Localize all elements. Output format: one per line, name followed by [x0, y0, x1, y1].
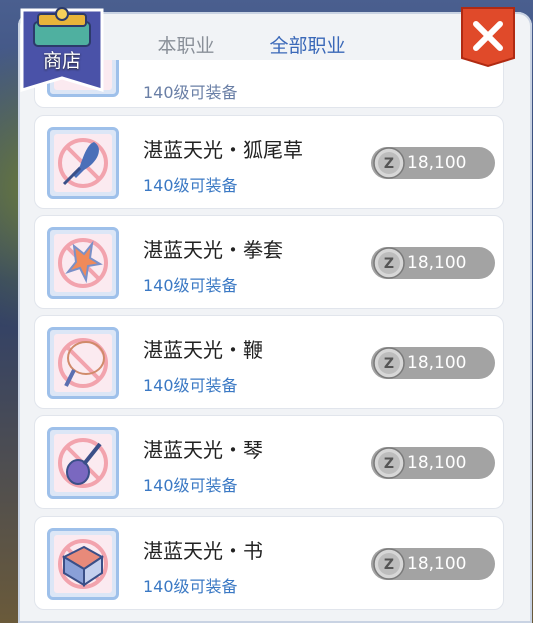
item-requirement: 140级可装备 — [143, 83, 238, 102]
svg-text:Z: Z — [384, 256, 394, 272]
item-list[interactable]: 140级可装备 湛蓝天光・狐尾草 140级可装备 Z 18,100 湛蓝天光・拳… — [34, 60, 508, 623]
knuckle-icon — [58, 238, 108, 288]
price-value: 18,100 — [407, 153, 467, 173]
price-value: 18,100 — [407, 453, 467, 473]
item-requirement: 140级可装备 — [143, 276, 238, 295]
item-requirement: 140级可装备 — [143, 476, 238, 495]
item-thumbnail — [47, 427, 119, 499]
buy-button[interactable]: Z 18,100 — [371, 447, 495, 479]
buy-button[interactable]: Z 18,100 — [371, 347, 495, 379]
svg-text:Z: Z — [384, 557, 394, 573]
buy-button[interactable]: Z 18,100 — [371, 247, 495, 279]
zeny-coin-icon: Z — [373, 447, 405, 479]
item-requirement: 140级可装备 — [143, 376, 238, 395]
item-name: 湛蓝天光・狐尾草 — [143, 138, 303, 162]
list-item[interactable]: 湛蓝天光・狐尾草 140级可装备 Z 18,100 — [34, 115, 504, 209]
book-icon — [58, 539, 108, 589]
item-name: 湛蓝天光・拳套 — [143, 238, 283, 262]
list-item[interactable]: 140级可装备 — [34, 60, 504, 108]
shop-badge-label: 商店 — [42, 50, 81, 72]
item-name: 湛蓝天光・琴 — [143, 438, 263, 462]
price-value: 18,100 — [407, 554, 467, 574]
svg-text:Z: Z — [384, 156, 394, 172]
zeny-coin-icon: Z — [373, 548, 405, 580]
price-value: 18,100 — [407, 353, 467, 373]
item-thumbnail — [47, 127, 119, 199]
zeny-coin-icon: Z — [373, 147, 405, 179]
buy-button[interactable]: Z 18,100 — [371, 147, 495, 179]
zeny-coin-icon: Z — [373, 247, 405, 279]
item-thumbnail — [47, 227, 119, 299]
whip-icon — [58, 338, 108, 388]
item-name: 湛蓝天光・鞭 — [143, 338, 263, 362]
list-item[interactable]: 湛蓝天光・琴 140级可装备 Z 18,100 — [34, 415, 504, 509]
item-requirement: 140级可装备 — [143, 176, 238, 195]
buy-button[interactable]: Z 18,100 — [371, 548, 495, 580]
lute-icon — [58, 438, 108, 488]
list-item[interactable]: 湛蓝天光・拳套 140级可装备 Z 18,100 — [34, 215, 504, 309]
item-name: 湛蓝天光・书 — [143, 539, 263, 563]
svg-text:Z: Z — [384, 456, 394, 472]
list-item[interactable]: 湛蓝天光・书 140级可装备 Z 18,100 — [34, 516, 504, 610]
close-icon — [461, 7, 515, 68]
price-value: 18,100 — [407, 253, 467, 273]
list-item[interactable]: 湛蓝天光・鞭 140级可装备 Z 18,100 — [34, 315, 504, 409]
item-thumbnail — [47, 327, 119, 399]
close-button[interactable] — [458, 6, 518, 68]
item-thumbnail — [47, 528, 119, 600]
svg-text:Z: Z — [384, 356, 394, 372]
item-requirement: 140级可装备 — [143, 577, 238, 596]
zeny-coin-icon: Z — [373, 347, 405, 379]
feather-wand-icon — [58, 138, 108, 188]
shop-badge: 商店 — [20, 6, 104, 98]
